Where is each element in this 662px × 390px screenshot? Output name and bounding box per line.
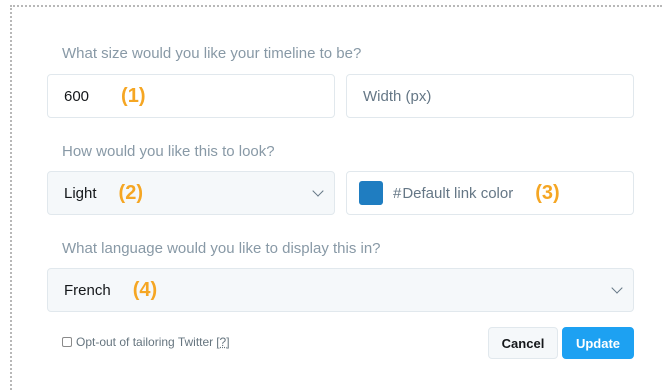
link-color-placeholder: Default link color [402, 184, 514, 202]
language-question: What language would you like to display … [62, 240, 381, 257]
dotted-border-left [10, 5, 12, 390]
timeline-size-value: 600 [64, 87, 90, 105]
annotation-1: (1) [121, 84, 146, 107]
annotation-3: (3) [535, 181, 560, 204]
annotation-2: (2) [118, 181, 143, 204]
embed-settings-panel: What size would you like your timeline t… [0, 0, 662, 390]
theme-selected-value: Light [64, 184, 97, 202]
optout-checkbox[interactable] [62, 337, 72, 347]
width-placeholder: Width (px) [363, 87, 432, 105]
timeline-size-input[interactable]: 600 (1) [47, 74, 335, 118]
help-link[interactable]: [?] [216, 335, 229, 349]
language-selected-value: French [64, 281, 111, 299]
dotted-border-top [10, 5, 662, 7]
cancel-button[interactable]: Cancel [488, 327, 558, 359]
hash-prefix: # [393, 184, 402, 202]
width-input[interactable]: Width (px) [346, 74, 634, 118]
update-button[interactable]: Update [562, 327, 634, 359]
color-swatch[interactable] [359, 181, 383, 205]
chevron-down-icon [312, 185, 324, 197]
optout-label: Opt-out of tailoring Twitter [76, 335, 214, 349]
annotation-4: (4) [132, 278, 158, 301]
look-question: How would you like this to look? [62, 143, 275, 160]
language-select[interactable]: French (4) [47, 268, 634, 312]
chevron-down-icon [611, 282, 623, 294]
theme-select[interactable]: Light (2) [47, 171, 335, 215]
size-question: What size would you like your timeline t… [62, 45, 362, 62]
optout-row: Opt-out of tailoring Twitter [?] [62, 335, 230, 349]
link-color-input[interactable]: # Default link color (3) [346, 171, 634, 215]
